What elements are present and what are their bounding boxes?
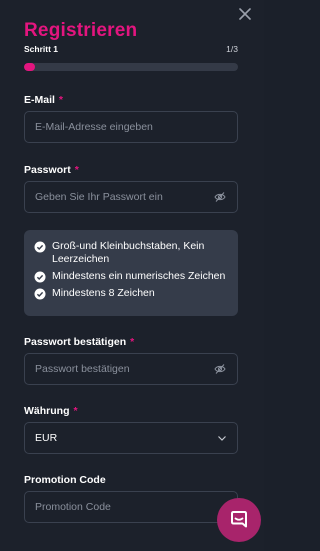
required-mark: * xyxy=(130,336,135,348)
chevron-down-icon xyxy=(218,436,226,441)
progress-fill xyxy=(24,63,35,71)
registration-panel: Registrieren Schritt 1 1/3 E-Mail * E-Mai… xyxy=(0,0,264,551)
requirement-item: Mindestens ein numerisches Zeichen xyxy=(34,270,230,283)
chat-button[interactable] xyxy=(217,498,261,542)
check-circle-icon xyxy=(34,288,46,300)
confirm-password-label: Passwort bestätigen * xyxy=(24,336,134,348)
required-mark: * xyxy=(58,94,64,106)
close-icon xyxy=(239,8,251,20)
eye-off-icon xyxy=(214,192,226,202)
password-field[interactable]: Geben Sie Ihr Passwort ein xyxy=(24,181,238,213)
promotion-code-field[interactable]: Promotion Code xyxy=(24,491,238,523)
currency-selected-value: EUR xyxy=(35,432,58,444)
page-title: Registrieren xyxy=(24,20,138,41)
promotion-placeholder: Promotion Code xyxy=(35,501,111,513)
password-requirements: Groß-und Kleinbuchstaben, Kein Leerzeich… xyxy=(24,230,238,316)
currency-label-text: Währung xyxy=(24,405,70,417)
confirm-password-placeholder: Passwort bestätigen xyxy=(35,363,130,375)
password-label-text: Passwort xyxy=(24,164,71,176)
email-label: E-Mail * xyxy=(24,94,63,106)
email-label-text: E-Mail xyxy=(24,94,55,106)
check-circle-icon xyxy=(34,241,46,253)
currency-select[interactable]: EUR xyxy=(24,422,238,454)
progress-bar xyxy=(24,63,238,71)
password-label: Passwort * xyxy=(24,164,79,176)
requirement-item: Mindestens 8 Zeichen xyxy=(34,287,230,300)
chat-icon xyxy=(231,511,247,528)
step-indicator: Schritt 1 1/3 xyxy=(24,44,238,54)
required-mark: * xyxy=(73,405,78,417)
promotion-label: Promotion Code xyxy=(24,474,106,486)
step-count: 1/3 xyxy=(226,44,238,54)
requirement-text: Mindestens ein numerisches Zeichen xyxy=(52,270,226,282)
email-field[interactable]: E-Mail-Adresse eingeben xyxy=(24,111,238,143)
close-button[interactable] xyxy=(236,5,254,23)
confirm-password-field[interactable]: Passwort bestätigen xyxy=(24,353,238,385)
step-label: Schritt 1 xyxy=(24,44,59,54)
eye-off-icon xyxy=(214,364,226,374)
confirm-password-visibility-toggle[interactable] xyxy=(213,362,227,376)
currency-label: Währung * xyxy=(24,405,78,417)
password-visibility-toggle[interactable] xyxy=(213,190,227,204)
required-mark: * xyxy=(74,164,79,176)
confirm-password-label-text: Passwort bestätigen xyxy=(24,336,127,348)
requirement-text: Mindestens 8 Zeichen xyxy=(52,287,155,299)
password-placeholder: Geben Sie Ihr Passwort ein xyxy=(35,191,163,203)
requirement-text: Groß-und Kleinbuchstaben, Kein Leerzeich… xyxy=(52,240,205,265)
requirement-item: Groß-und Kleinbuchstaben, Kein Leerzeich… xyxy=(34,240,230,266)
email-placeholder: E-Mail-Adresse eingeben xyxy=(35,121,153,133)
check-circle-icon xyxy=(34,271,46,283)
